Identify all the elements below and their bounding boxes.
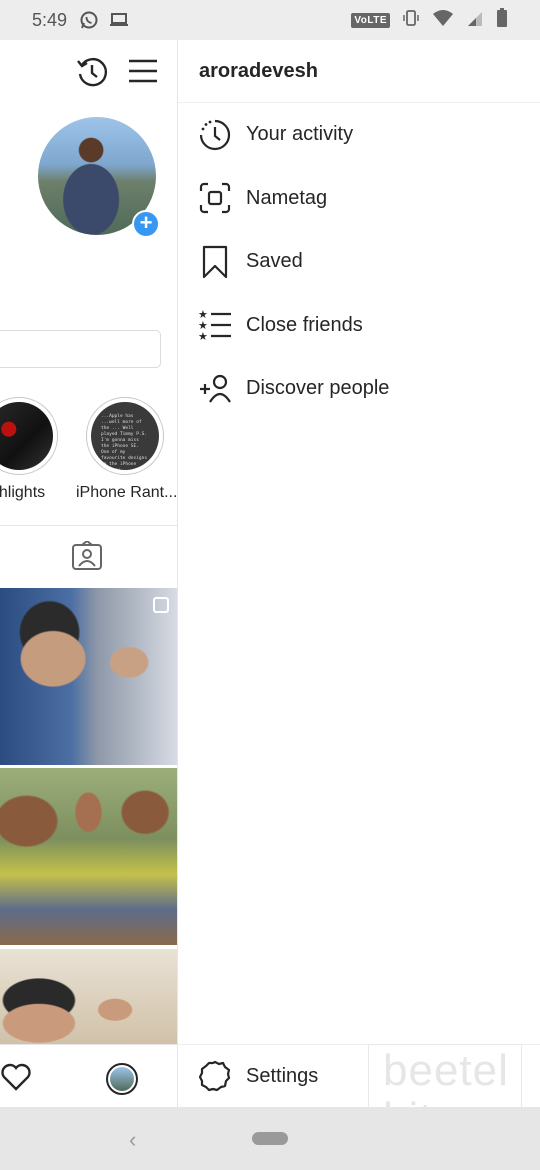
wifi-icon	[432, 9, 454, 32]
close-friends-icon: ★ ★ ★	[198, 308, 232, 342]
drawer-header: aroradevesh	[178, 40, 540, 103]
system-navigation-bar: ‹	[0, 1107, 540, 1170]
menu-item-label: Nametag	[246, 186, 328, 209]
profile-avatar[interactable]	[106, 1063, 138, 1095]
menu-item-label: Discover people	[246, 377, 390, 400]
signal-icon	[466, 9, 484, 32]
laptop-icon	[109, 12, 129, 28]
highlight-cover	[0, 402, 53, 470]
username: aroradevesh	[199, 59, 318, 82]
home-pill-icon[interactable]	[252, 1132, 288, 1145]
menu-item-discover-people[interactable]: Discover people	[178, 357, 540, 421]
tagged-icon[interactable]	[71, 539, 103, 576]
menu-item-close-friends[interactable]: ★ ★ ★ Close friends	[178, 294, 540, 358]
post-thumbnail[interactable]	[0, 588, 177, 765]
highlight-label: ghlights	[0, 484, 46, 501]
volte-badge: VoLTE	[351, 12, 390, 28]
svg-text:★: ★	[198, 330, 208, 342]
multiple-photos-icon	[153, 597, 169, 613]
status-time: 5:49	[32, 9, 68, 30]
status-bar: 5:49 VoLTE	[0, 0, 540, 40]
vibrate-icon	[402, 9, 420, 32]
nametag-icon	[198, 181, 232, 215]
battery-icon	[496, 7, 508, 33]
menu-item-your-activity[interactable]: Your activity	[178, 103, 540, 167]
menu-item-label: Your activity	[246, 123, 354, 146]
activity-icon	[198, 118, 232, 152]
post-thumbnail[interactable]	[0, 768, 177, 945]
menu-item-label: Saved	[246, 250, 303, 273]
highlight-item[interactable]	[0, 397, 58, 475]
highlight-cover: ...Apple has ...well more of the ... Wel…	[91, 402, 159, 470]
whatsapp-icon	[79, 10, 99, 30]
edit-profile-button[interactable]	[0, 330, 161, 368]
profile-panel: + ...Apple has ...well more of the ... W…	[0, 40, 178, 1107]
divider	[0, 525, 177, 526]
drawer-menu: Your activity Nametag Saved ★ ★ ★ Close fr…	[178, 103, 540, 421]
add-story-icon[interactable]: +	[132, 210, 160, 238]
gear-icon	[198, 1059, 232, 1093]
add-person-icon	[198, 372, 232, 406]
settings-label: Settings	[246, 1064, 319, 1087]
highlight-label: iPhone Rant...	[76, 484, 178, 501]
archive-icon[interactable]	[75, 55, 109, 94]
menu-item-saved[interactable]: Saved	[178, 230, 540, 294]
heart-icon[interactable]	[0, 1063, 32, 1096]
menu-item-nametag[interactable]: Nametag	[178, 167, 540, 231]
menu-item-label: Close friends	[246, 313, 363, 336]
side-drawer: aroradevesh Your activity Nametag Saved …	[178, 40, 540, 1107]
bottom-tab-bar	[0, 1044, 177, 1107]
back-icon[interactable]: ‹	[129, 1127, 136, 1153]
bookmark-icon	[198, 245, 232, 279]
hamburger-menu-icon[interactable]	[128, 58, 158, 89]
highlight-item[interactable]: ...Apple has ...well more of the ... Wel…	[86, 397, 164, 475]
